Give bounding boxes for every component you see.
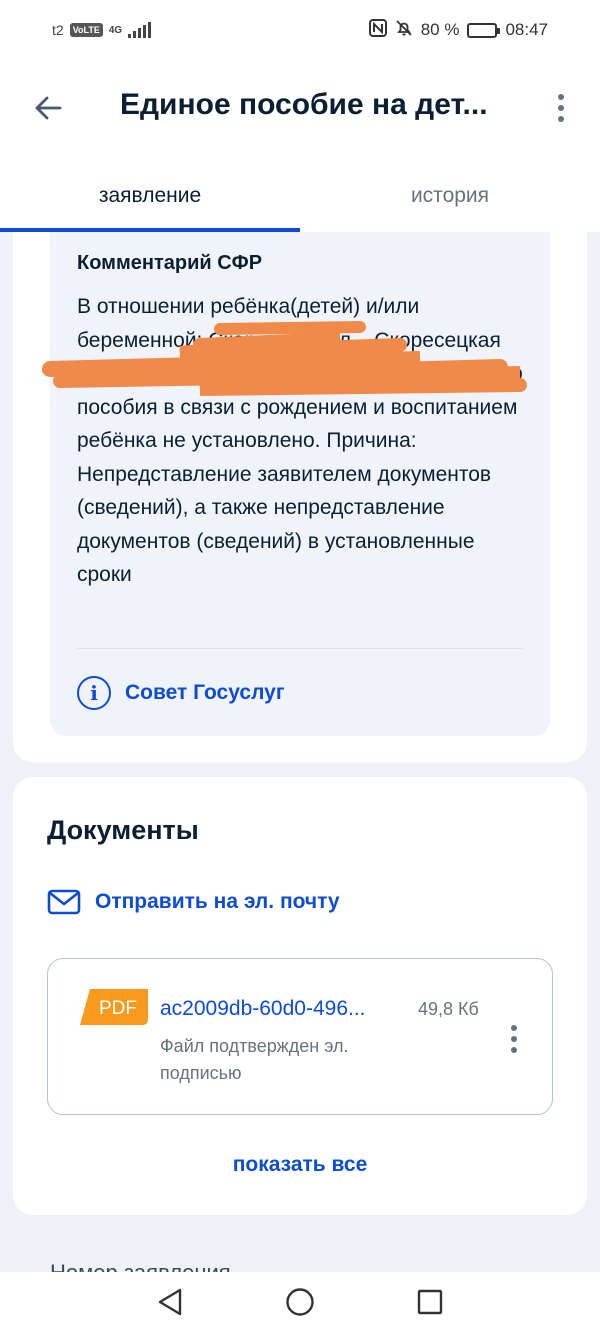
- network-label: 4G: [108, 24, 123, 36]
- square-recents-icon: [417, 1289, 443, 1315]
- more-menu-button[interactable]: [546, 88, 576, 128]
- carrier-label: t2: [52, 22, 64, 38]
- volte-badge: VoLTE: [69, 23, 103, 37]
- send-email-label: Отправить на эл. почту: [95, 890, 340, 913]
- tab-application[interactable]: заявление: [0, 160, 300, 232]
- dot-icon: [511, 1025, 517, 1031]
- send-email-link[interactable]: Отправить на эл. почту: [47, 889, 340, 915]
- comment-title: Комментарий СФР: [77, 252, 263, 274]
- tab-bar: заявление история: [0, 160, 600, 232]
- mute-bell-icon: [395, 19, 413, 42]
- info-icon: i: [77, 676, 111, 710]
- circle-home-icon: [286, 1288, 314, 1316]
- page-title: Единое пособие на дет...: [120, 88, 488, 121]
- dot-icon: [511, 1047, 517, 1053]
- next-section-title: Номер заявления: [50, 1260, 350, 1272]
- pdf-file-icon: PDF: [80, 989, 148, 1025]
- back-button[interactable]: [30, 90, 66, 126]
- next-section-heading: Номер заявления: [50, 1256, 350, 1272]
- file-item[interactable]: PDF ac2009db-60d0-496... 49,8 Кб Файл по…: [47, 958, 553, 1115]
- file-size: 49,8 Кб: [418, 999, 479, 1019]
- tab-history[interactable]: история: [300, 160, 600, 232]
- tip-label: Совет Госуслуг: [125, 681, 285, 704]
- dot-icon: [511, 1036, 517, 1042]
- documents-title: Документы: [47, 815, 199, 845]
- system-nav-bar: [0, 1272, 600, 1332]
- nav-recents-button[interactable]: [410, 1282, 450, 1322]
- documents-card: Документы Отправить на эл. почту PDF ac2…: [13, 777, 587, 1215]
- dot-icon: [558, 116, 564, 122]
- nfc-icon: [368, 18, 387, 42]
- file-name-link[interactable]: ac2009db-60d0-496...: [160, 997, 400, 1021]
- gosuslugi-tip-link[interactable]: i Совет Госуслуг: [77, 676, 285, 710]
- comment-text: В отношении ребёнка(детей) и/или беремен…: [77, 295, 523, 586]
- status-right: 80 % 08:47: [368, 18, 548, 42]
- divider: [77, 648, 523, 649]
- triangle-back-icon: [158, 1288, 182, 1316]
- clock: 08:47: [505, 20, 548, 39]
- battery-percent: 80 %: [420, 20, 460, 39]
- show-all-link[interactable]: показать все: [13, 1153, 587, 1177]
- pdf-badge-label: PDF: [99, 998, 137, 1019]
- sfr-comment-box: Комментарий СФР В отношении ребёнка(дете…: [50, 232, 550, 736]
- dot-icon: [558, 105, 564, 111]
- file-signature-status: Файл подтвержден эл. подписью: [160, 1036, 349, 1083]
- arrow-left-icon: [35, 96, 62, 120]
- dot-icon: [558, 94, 564, 100]
- signal-icon: [128, 22, 152, 38]
- envelope-icon: [47, 889, 81, 915]
- status-bar: t2 VoLTE 4G 80 % 08:47: [0, 0, 600, 60]
- battery-icon: [467, 22, 501, 38]
- nav-home-button[interactable]: [280, 1282, 320, 1322]
- file-more-button[interactable]: [504, 1021, 524, 1057]
- status-left: t2 VoLTE 4G: [52, 22, 152, 38]
- application-card: Комментарий СФР В отношении ребёнка(дете…: [13, 232, 587, 762]
- nav-back-button[interactable]: [150, 1282, 190, 1322]
- app-header: Единое пособие на дет...: [0, 60, 600, 160]
